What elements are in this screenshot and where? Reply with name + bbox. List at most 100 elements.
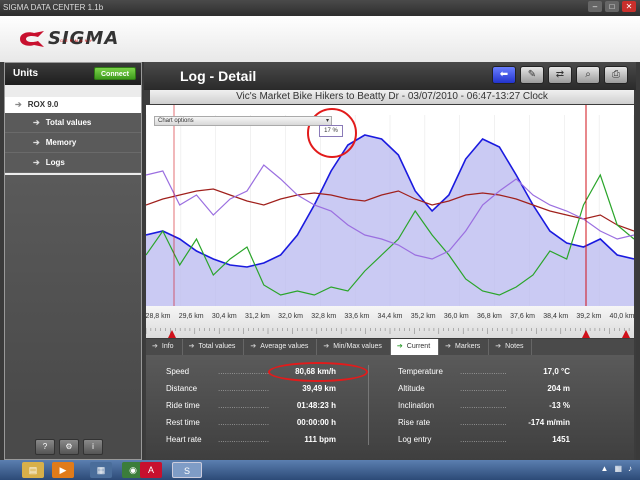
stat-value: -174 m/min — [528, 418, 570, 427]
dot-leader: ....................... — [218, 401, 270, 410]
distance-tick-label: 31,2 km — [245, 313, 270, 320]
sidebar-item-memory[interactable]: ➔ Memory — [5, 133, 141, 153]
stat-label: Heart rate — [166, 435, 202, 444]
arrow-right-icon: ➔ — [396, 343, 403, 350]
edit-button[interactable]: ✎ — [520, 66, 544, 84]
maximize-icon[interactable]: □ — [605, 1, 619, 12]
chevron-down-icon: ▾ — [325, 118, 329, 124]
stat-inclination: Inclination..................... -13 % — [398, 401, 570, 418]
stat-value: 111 bpm — [304, 435, 336, 444]
tray-up-icon[interactable]: ▲ — [601, 464, 609, 473]
chart-tooltip: 17 % — [319, 125, 343, 137]
sidebar-item-logs[interactable]: ➔ Logs — [5, 153, 141, 173]
arrow-right-icon: ➔ — [152, 343, 158, 350]
tab-label: Average values — [260, 343, 309, 350]
detail-tabs: ➔ Info ➔ Total values ➔ Average values ➔ Min… — [146, 339, 634, 355]
tray-network-icon[interactable]: ▦ — [614, 464, 622, 473]
chart-options-dropdown[interactable]: Chart options ▾ — [154, 116, 332, 126]
stat-value: 01:48:23 h — [296, 401, 336, 410]
back-button[interactable]: ⬅ — [492, 66, 516, 84]
sidebar-item-total-values[interactable]: ➔ Total values — [5, 113, 141, 133]
sigma-taskbar-icon[interactable]: S — [172, 462, 202, 478]
connect-button[interactable]: Connect — [94, 67, 136, 80]
column-divider — [368, 365, 369, 445]
tab-current[interactable]: ➔ Current — [390, 339, 440, 355]
stat-rise-rate: Rise rate..................... -174 m/min — [398, 418, 570, 435]
tab-info[interactable]: ➔ Info — [146, 339, 183, 355]
tray-volume-icon[interactable]: ♪ — [628, 464, 632, 473]
minimize-icon[interactable]: – — [588, 1, 602, 12]
range-end-handle — [622, 330, 630, 338]
speed-highlight-annotation — [268, 362, 368, 382]
sidebar-item-label: Memory — [45, 138, 77, 147]
distance-tick-label: 32,8 km — [311, 313, 336, 320]
sidebar-tools: ? ⚙ i — [35, 439, 103, 455]
dot-leader: ....................... — [218, 435, 270, 444]
main-panel: Log - Detail ⬅ ✎ ⇄ ⌕ ⎙ Vic's Market Bike… — [144, 62, 636, 460]
stats-right-column: Temperature..................... 17,0 °C … — [398, 367, 570, 452]
stat-value: 1451 — [552, 435, 570, 444]
stat-value: 17,0 °C — [543, 367, 570, 376]
distance-tick-label: 34,4 km — [378, 313, 403, 320]
print-button[interactable]: ⎙ — [604, 66, 628, 84]
tab-total-values[interactable]: ➔ Total values — [183, 339, 245, 355]
system-tray: ▲ ▦ ♪ — [601, 464, 632, 473]
tab-average-values[interactable]: ➔ Average values — [244, 339, 318, 355]
distance-tick-label: 29,6 km — [179, 313, 204, 320]
folder-icon[interactable]: ▤ — [22, 462, 44, 478]
current-values-panel: Speed....................... 80,68 km/h D… — [146, 355, 634, 460]
app-icon[interactable]: ▦ — [90, 462, 112, 478]
stat-value: 00:00:00 h — [296, 418, 336, 427]
zoom-button[interactable]: ⌕ — [576, 66, 600, 84]
dot-leader: ....................... — [218, 418, 270, 427]
sidebar-item-device[interactable]: ➔ ROX 9.0 — [5, 97, 141, 113]
stat-label: Rest time — [166, 418, 200, 427]
window-controls: – □ ✕ — [588, 1, 636, 12]
arrow-right-icon: ➔ — [15, 100, 22, 109]
main-header: Log - Detail ⬅ ✎ ⇄ ⌕ ⎙ — [144, 62, 636, 90]
page-title: Log - Detail — [180, 68, 257, 84]
position-handle — [582, 330, 590, 338]
app-header: SIGMA GERMANY — [0, 16, 640, 62]
stat-log-entry: Log entry..................... 1451 — [398, 435, 570, 452]
stat-distance: Distance....................... 39,49 km — [166, 384, 336, 401]
stat-rest-time: Rest time....................... 00:00:00… — [166, 418, 336, 435]
stat-label: Rise rate — [398, 418, 431, 427]
distance-tick-label: 36,0 km — [444, 313, 469, 320]
chart-area[interactable]: Chart options ▾ 17 % — [145, 105, 635, 337]
units-title: Units — [13, 68, 38, 79]
arrow-right-icon: ➔ — [445, 343, 452, 350]
pdf-icon[interactable]: A — [140, 462, 162, 478]
sidebar-footer: ? ⚙ i — [5, 409, 141, 459]
dot-leader: ..................... — [460, 367, 507, 376]
dot-leader: ..................... — [460, 435, 507, 444]
stat-label: Altitude — [398, 384, 425, 393]
dot-leader: ....................... — [218, 384, 270, 393]
window-title: SIGMA DATA CENTER 1.1b — [3, 3, 104, 12]
tab-notes[interactable]: ➔ Notes — [489, 339, 533, 355]
settings-icon[interactable]: ⚙ — [59, 439, 79, 455]
tab-markers[interactable]: ➔ Markers — [439, 339, 490, 355]
chart-options-label: Chart options — [158, 118, 194, 124]
export-button[interactable]: ⇄ — [548, 66, 572, 84]
tab-min-max-values[interactable]: ➔ Min/Max values — [317, 339, 391, 355]
distance-tick-label: 37,6 km — [510, 313, 535, 320]
tab-label: Markers — [455, 343, 481, 350]
stat-heart-rate: Heart rate....................... 111 bpm — [166, 435, 336, 452]
stat-value: 204 m — [547, 384, 570, 393]
tab-label: Current — [406, 343, 431, 350]
sigma-logo-icon — [18, 29, 46, 49]
sidebar-item-label: Logs — [45, 158, 65, 167]
distance-ruler[interactable]: 28,8 km 29,6 km 30,4 km 31,2 km 32,0 km 32,8 … — [146, 306, 635, 338]
tab-label: Total values — [198, 343, 236, 350]
dot-leader: ....................... — [218, 367, 270, 376]
help-icon[interactable]: ? — [35, 439, 55, 455]
close-icon[interactable]: ✕ — [622, 1, 636, 12]
device-label: ROX 9.0 — [27, 100, 59, 109]
dot-leader: ..................... — [460, 384, 507, 393]
sidebar-item-label: Total values — [45, 118, 92, 127]
distance-tick-label: 38,4 km — [543, 313, 568, 320]
media-player-icon[interactable]: ▶ — [52, 462, 74, 478]
info-icon[interactable]: i — [83, 439, 103, 455]
arrow-right-icon: ➔ — [250, 343, 257, 350]
